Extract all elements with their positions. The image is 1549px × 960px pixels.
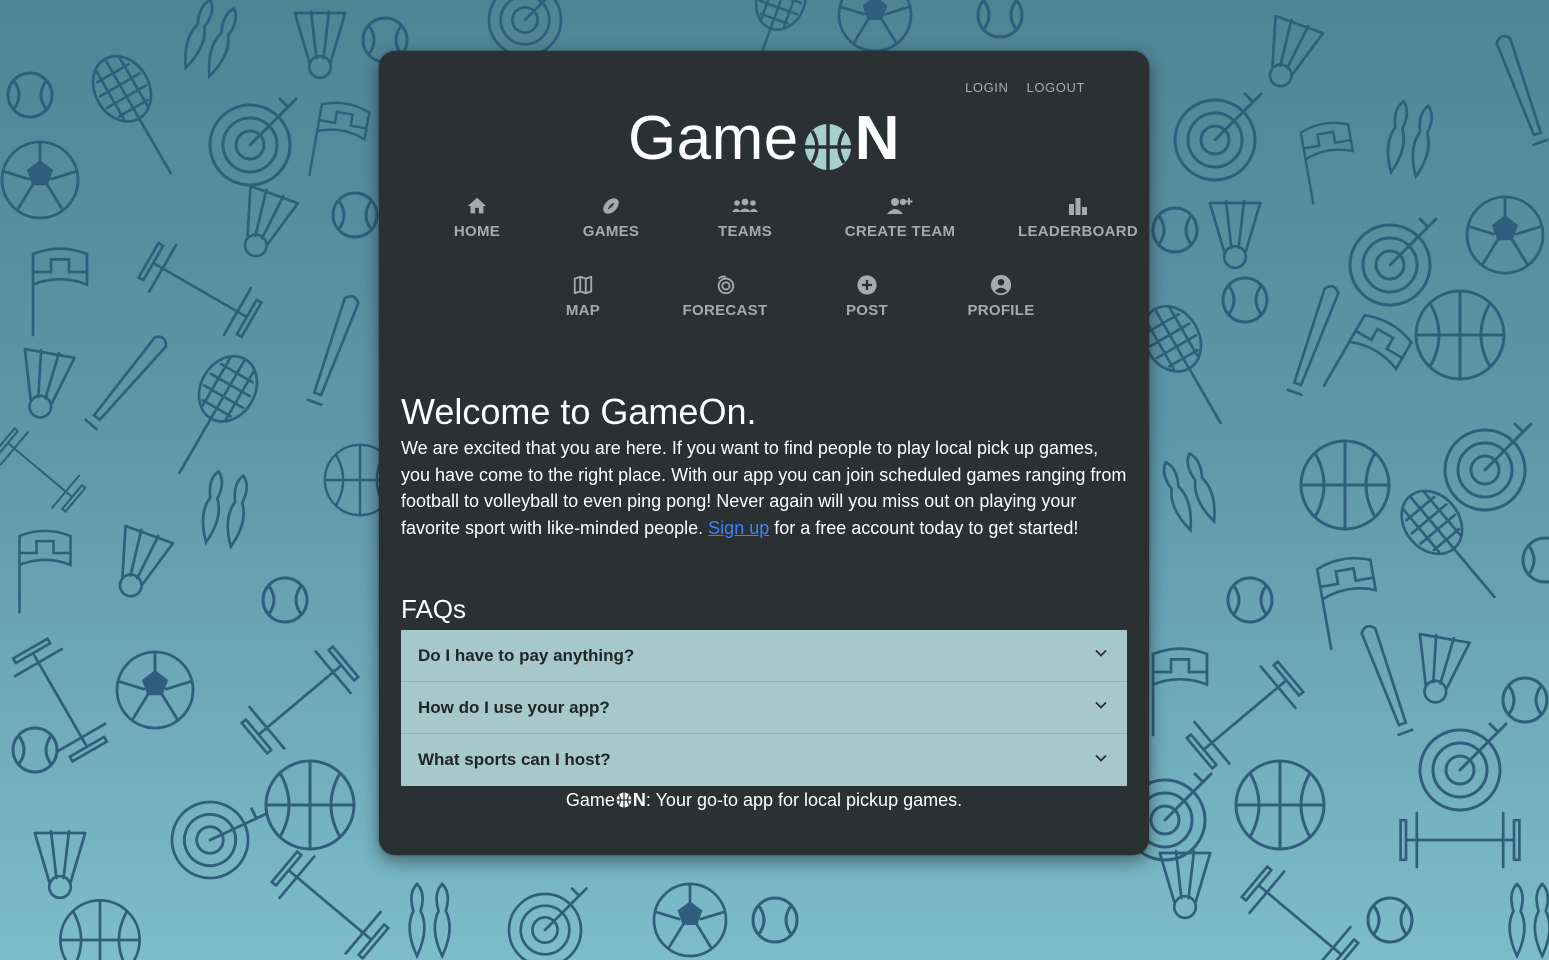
nav-home-label: HOME [453, 223, 501, 240]
nav-profile[interactable]: PROFILE [926, 272, 1076, 319]
nav-post-label: POST [845, 302, 889, 319]
signup-link[interactable]: Sign up [708, 518, 769, 538]
footer-brand-prefix: Game [565, 790, 615, 810]
basketball-icon [616, 792, 632, 808]
nav-create-team[interactable]: CREATE TEAM [825, 193, 975, 240]
nav-post[interactable]: POST [792, 272, 942, 319]
chevron-down-icon [1093, 697, 1109, 718]
chevron-down-icon [1093, 750, 1109, 771]
faqs-title: FAQs [401, 594, 467, 624]
login-link[interactable]: LOGIN [965, 80, 1008, 95]
tornado-icon [650, 272, 800, 298]
faq-question: Do I have to pay anything? [418, 645, 635, 665]
home-icon [402, 193, 552, 219]
account-icon [926, 272, 1076, 298]
nav-home[interactable]: HOME [402, 193, 552, 240]
nav-profile-label: PROFILE [967, 302, 1035, 319]
football-icon [536, 193, 686, 219]
faq-item[interactable]: Do I have to pay anything? [401, 630, 1127, 682]
auth-links: LOGIN LOGOUT [965, 80, 1085, 95]
nav-create-team-label: CREATE TEAM [844, 223, 956, 240]
nav-leaderboard[interactable]: LEADERBOARD [1003, 193, 1153, 240]
footer-tagline: Game N: Your go-to app for local pickup g… [379, 790, 1149, 811]
logo-suffix: N [854, 103, 901, 173]
main-card: LOGIN LOGOUT Game N HOME GAMES TEAMS CRE… [379, 51, 1149, 855]
nav-map-label: MAP [565, 302, 601, 319]
logout-link[interactable]: LOGOUT [1027, 80, 1086, 95]
footer-brand-suffix: N [632, 790, 646, 810]
gameon-logo[interactable]: Game N [379, 103, 1149, 173]
add-group-icon [825, 193, 975, 219]
group-icon [670, 193, 820, 219]
leaderboard-icon [1003, 193, 1153, 219]
chevron-down-icon [1093, 645, 1109, 666]
welcome-title: Welcome to GameOn. [401, 391, 757, 432]
faq-item[interactable]: What sports can I host? [401, 734, 1127, 786]
footer-text: : Your go-to app for local pickup games. [645, 790, 963, 810]
plus-circle-icon [792, 272, 942, 298]
nav-forecast[interactable]: FORECAST [650, 272, 800, 319]
basketball-icon [803, 116, 853, 170]
faq-accordion: Do I have to pay anything? How do I use … [401, 630, 1127, 786]
faq-item[interactable]: How do I use your app? [401, 682, 1127, 734]
faq-question: How do I use your app? [418, 697, 610, 717]
nav-map[interactable]: MAP [508, 272, 658, 319]
faq-question: What sports can I host? [418, 750, 611, 769]
nav-teams[interactable]: TEAMS [670, 193, 820, 240]
logo-prefix: Game [627, 103, 799, 173]
map-icon [508, 272, 658, 298]
nav-games[interactable]: GAMES [536, 193, 686, 240]
nav-games-label: GAMES [582, 223, 640, 240]
welcome-body-cta: for a free account today to get started! [774, 517, 1079, 538]
nav-leaderboard-label: LEADERBOARD [1018, 223, 1138, 240]
nav-forecast-label: FORECAST [682, 302, 768, 319]
welcome-body: We are excited that you are here. If you… [401, 435, 1131, 541]
nav-teams-label: TEAMS [718, 223, 772, 240]
welcome-section: Welcome to GameOn. We are excited that y… [401, 391, 1131, 541]
